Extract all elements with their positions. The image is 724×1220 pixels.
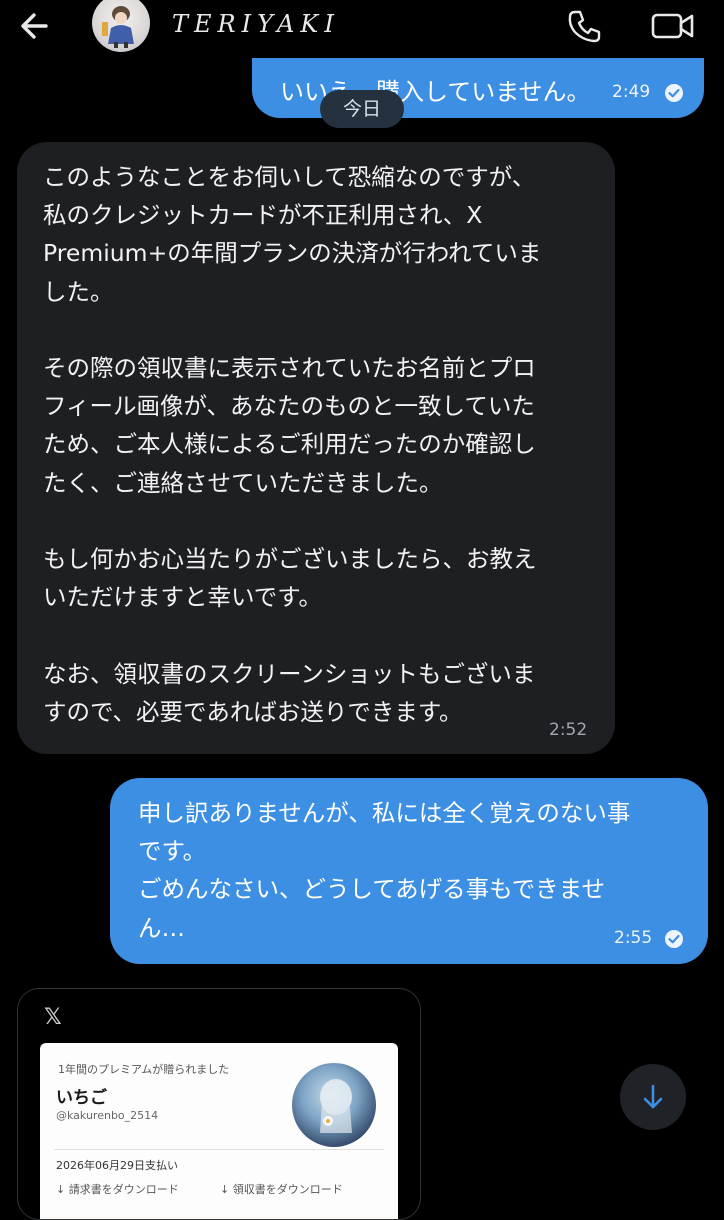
arrow-down-icon (643, 1084, 663, 1109)
scroll-to-bottom-button[interactable] (620, 1064, 686, 1130)
x-logo-icon: 𝕏 (44, 1005, 62, 1030)
contact-name[interactable]: TERIYAKI (172, 10, 340, 38)
avatar[interactable] (92, 0, 150, 52)
arrow-left-icon (21, 13, 48, 39)
receipt-screenshot[interactable]: 1年間のプレミアムが贈られました いちご @kakurenbo_2514 202… (40, 1043, 398, 1219)
download-invoice-link[interactable]: ↓ 請求書をダウンロード (56, 1181, 179, 1197)
download-receipt-link[interactable]: ↓ 領収書をダウンロード (220, 1181, 343, 1197)
gift-caption: 1年間のプレミアムが贈られました (58, 1063, 230, 1076)
recipient-name: いちご (56, 1088, 107, 1108)
message-time: 2:52 (549, 720, 588, 740)
message-text: 申し訳ありませんが、私には全く覚えのない事 です。 ごめんなさい、どうしてあげる… (138, 799, 631, 942)
message-bubble-incoming[interactable]: このようなことをお伺いして恐縮なのですが、 私のクレジットカードが不正利用され、… (17, 142, 615, 754)
shared-post-card[interactable]: 𝕏 1年間のプレミアムが贈られました いちご @kakurenbo_2514 2… (17, 988, 421, 1220)
message-time: 2:55 (614, 928, 653, 948)
back-button[interactable] (16, 6, 60, 46)
chat-header: TERIYAKI (0, 0, 724, 52)
day-divider: 今日 (320, 90, 404, 128)
read-check-icon (665, 84, 683, 102)
read-check-icon (665, 930, 683, 948)
payment-date: 2026年06月29日支払い (56, 1159, 178, 1172)
message-text: このようなことをお伺いして恐縮なのですが、 私のクレジットカードが不正利用され、… (43, 163, 542, 726)
avatar-image (320, 1079, 352, 1133)
recipient-handle: @kakurenbo_2514 (56, 1109, 159, 1122)
message-time: 2:49 (612, 82, 651, 102)
recipient-avatar (292, 1063, 376, 1147)
divider (54, 1149, 384, 1150)
call-button[interactable] (566, 8, 602, 44)
avatar-image (102, 6, 134, 48)
message-bubble-outgoing[interactable]: 申し訳ありませんが、私には全く覚えのない事 です。 ごめんなさい、どうしてあげる… (110, 778, 708, 964)
video-call-button[interactable] (650, 8, 696, 44)
video-camera-icon (651, 13, 694, 39)
phone-icon (568, 10, 601, 43)
